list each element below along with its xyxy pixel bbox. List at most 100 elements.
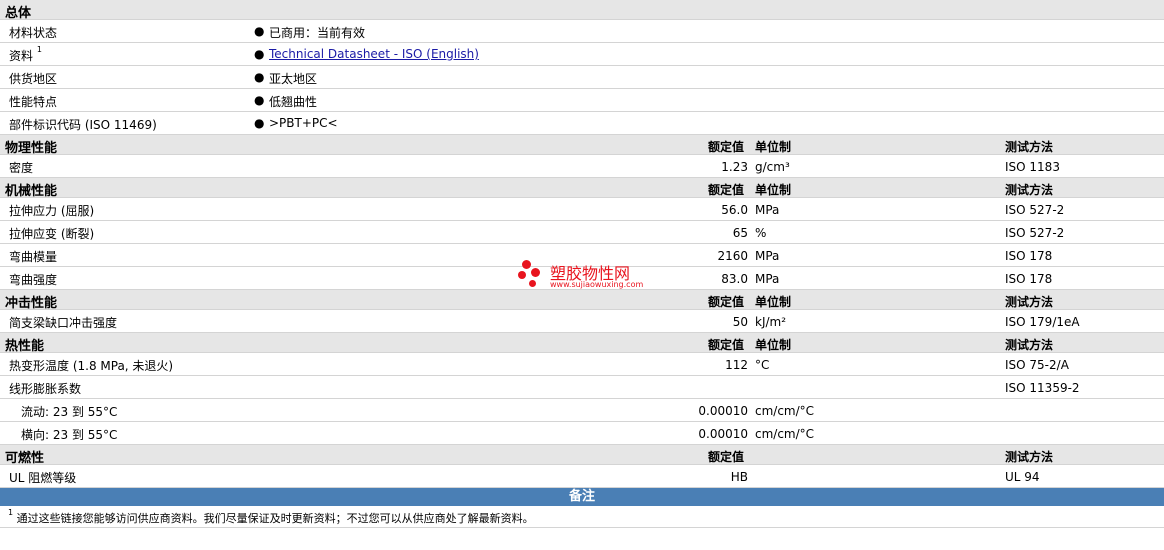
property-row: 简支梁缺口冲击强度 50 kJ/m² ISO 179/1eA bbox=[0, 310, 1164, 333]
bullet-icon: ● bbox=[254, 24, 265, 38]
property-value: 83.0 bbox=[721, 272, 748, 286]
bullet-icon: ● bbox=[254, 93, 265, 107]
property-label: 拉伸应力 (屈服) bbox=[9, 204, 95, 218]
property-value: 112 bbox=[725, 358, 748, 372]
property-label: 热变形温度 (1.8 MPa, 未退火) bbox=[9, 359, 174, 373]
row-label: 性能特点 bbox=[9, 95, 58, 109]
property-method: ISO 75-2/A bbox=[1005, 358, 1069, 372]
property-label: 弯曲强度 bbox=[9, 273, 58, 287]
datasheet-link[interactable]: Technical Datasheet - ISO (English) bbox=[269, 47, 479, 61]
footnote: 1 通过这些链接您能够访问供应商资料。我们尽量保证及时更新资料；不过您可以从供应… bbox=[0, 506, 1164, 528]
bullet-icon: ● bbox=[254, 116, 265, 130]
row-value: 亚太地区 bbox=[269, 72, 318, 86]
property-label: 横向: 23 到 55°C bbox=[21, 428, 118, 442]
footnote-body: 通过这些链接您能够访问供应商资料。我们尽量保证及时更新资料；不过您可以从供应商处… bbox=[16, 512, 534, 525]
property-label: 拉伸应变 (断裂) bbox=[9, 227, 95, 241]
property-row: 拉伸应变 (断裂) 65 % ISO 527-2 bbox=[0, 221, 1164, 244]
property-value: HB bbox=[730, 470, 748, 484]
section-title: 可燃性 bbox=[5, 451, 45, 466]
row-label-text: 资料 bbox=[9, 49, 34, 63]
property-label: UL 阻燃等级 bbox=[9, 471, 77, 485]
property-method: ISO 178 bbox=[1005, 249, 1053, 263]
column-nominal: 额定值 bbox=[708, 140, 745, 154]
row-label: 部件标识代码 (ISO 11469) bbox=[9, 118, 157, 132]
column-nominal: 额定值 bbox=[708, 295, 745, 309]
property-method: ISO 1183 bbox=[1005, 160, 1060, 174]
column-unit: 单位制 bbox=[755, 338, 792, 352]
notes-header: 备注 bbox=[0, 488, 1164, 506]
column-method: 测试方法 bbox=[1005, 338, 1054, 352]
property-unit: g/cm³ bbox=[755, 160, 790, 174]
column-unit: 单位制 bbox=[755, 140, 792, 154]
property-row: 流动: 23 到 55°C 0.00010 cm/cm/°C bbox=[0, 399, 1164, 422]
section-header-general: 总体 bbox=[0, 0, 1164, 21]
row-value: 低翘曲性 bbox=[269, 95, 318, 109]
property-unit: % bbox=[755, 226, 767, 240]
general-row-region: 供货地区 ● 亚太地区 bbox=[0, 66, 1164, 89]
general-row-status: 材料状态 ● 已商用：当前有效 bbox=[0, 20, 1164, 43]
column-unit: 单位制 bbox=[755, 295, 792, 309]
watermark-url: www.sujiaowuxing.com bbox=[550, 280, 644, 289]
property-row: 拉伸应力 (屈服) 56.0 MPa ISO 527-2 bbox=[0, 198, 1164, 221]
bullet-icon: ● bbox=[254, 47, 265, 61]
property-label: 密度 bbox=[9, 161, 34, 175]
row-label: 资料 1 bbox=[9, 45, 42, 64]
property-method: ISO 179/1eA bbox=[1005, 315, 1080, 329]
section-title: 热性能 bbox=[5, 339, 45, 354]
column-method: 测试方法 bbox=[1005, 183, 1054, 197]
row-value: >PBT+PC< bbox=[269, 116, 338, 130]
general-row-documents: 资料 1 ● Technical Datasheet - ISO (Englis… bbox=[0, 43, 1164, 66]
property-label: 弯曲模量 bbox=[9, 250, 58, 264]
property-unit: kJ/m² bbox=[755, 315, 787, 329]
property-value: 0.00010 bbox=[698, 404, 748, 418]
row-label: 材料状态 bbox=[9, 26, 58, 40]
footnote-marker: 1 bbox=[8, 508, 14, 517]
property-row: 密度 1.23 g/cm³ ISO 1183 bbox=[0, 155, 1164, 178]
column-nominal: 额定值 bbox=[708, 450, 745, 464]
column-method: 测试方法 bbox=[1005, 140, 1054, 154]
section-title: 冲击性能 bbox=[5, 296, 58, 311]
property-value: 0.00010 bbox=[698, 427, 748, 441]
footnote-marker: 1 bbox=[36, 45, 42, 54]
general-row-features: 性能特点 ● 低翘曲性 bbox=[0, 89, 1164, 112]
property-unit: cm/cm/°C bbox=[755, 404, 815, 418]
section-header-physical: 物理性能 额定值 单位制 测试方法 bbox=[0, 135, 1164, 156]
property-method: ISO 11359-2 bbox=[1005, 381, 1080, 395]
property-method: ISO 178 bbox=[1005, 272, 1053, 286]
property-value: 65 bbox=[732, 226, 748, 240]
property-unit: MPa bbox=[755, 272, 780, 286]
property-method: ISO 527-2 bbox=[1005, 226, 1065, 240]
logo-dot bbox=[531, 268, 540, 277]
property-value: 1.23 bbox=[721, 160, 748, 174]
section-title: 物理性能 bbox=[5, 141, 58, 156]
property-method: UL 94 bbox=[1005, 470, 1040, 484]
property-unit: °C bbox=[755, 358, 770, 372]
column-unit: 单位制 bbox=[755, 183, 792, 197]
column-method: 测试方法 bbox=[1005, 450, 1054, 464]
property-label: 线形膨胀系数 bbox=[9, 382, 82, 396]
property-value: 2160 bbox=[717, 249, 748, 263]
property-unit: MPa bbox=[755, 249, 780, 263]
property-label: 流动: 23 到 55°C bbox=[21, 405, 118, 419]
property-unit: cm/cm/°C bbox=[755, 427, 815, 441]
watermark-logo: 塑胶物性网 www.sujiaowuxing.com bbox=[518, 258, 658, 294]
footnote-text: 1 通过这些链接您能够访问供应商资料。我们尽量保证及时更新资料；不过您可以从供应… bbox=[8, 508, 534, 526]
property-row: UL 阻燃等级 HB UL 94 bbox=[0, 465, 1164, 488]
property-unit: MPa bbox=[755, 203, 780, 217]
section-title: 总体 bbox=[5, 6, 32, 21]
property-method: ISO 527-2 bbox=[1005, 203, 1065, 217]
section-header-flammability: 可燃性 额定值 测试方法 bbox=[0, 445, 1164, 466]
logo-dot bbox=[522, 260, 531, 269]
row-value: 已商用：当前有效 bbox=[269, 26, 366, 40]
property-value: 50 bbox=[732, 315, 748, 329]
column-nominal: 额定值 bbox=[708, 338, 745, 352]
section-header-mechanical: 机械性能 额定值 单位制 测试方法 bbox=[0, 178, 1164, 199]
row-label: 供货地区 bbox=[9, 72, 58, 86]
logo-dot bbox=[518, 271, 526, 279]
property-row: 横向: 23 到 55°C 0.00010 cm/cm/°C bbox=[0, 422, 1164, 445]
property-label: 简支梁缺口冲击强度 bbox=[9, 316, 118, 330]
general-row-part-code: 部件标识代码 (ISO 11469) ● >PBT+PC< bbox=[0, 112, 1164, 135]
section-title: 机械性能 bbox=[5, 184, 58, 199]
property-row: 热变形温度 (1.8 MPa, 未退火) 112 °C ISO 75-2/A bbox=[0, 353, 1164, 376]
bullet-icon: ● bbox=[254, 70, 265, 84]
